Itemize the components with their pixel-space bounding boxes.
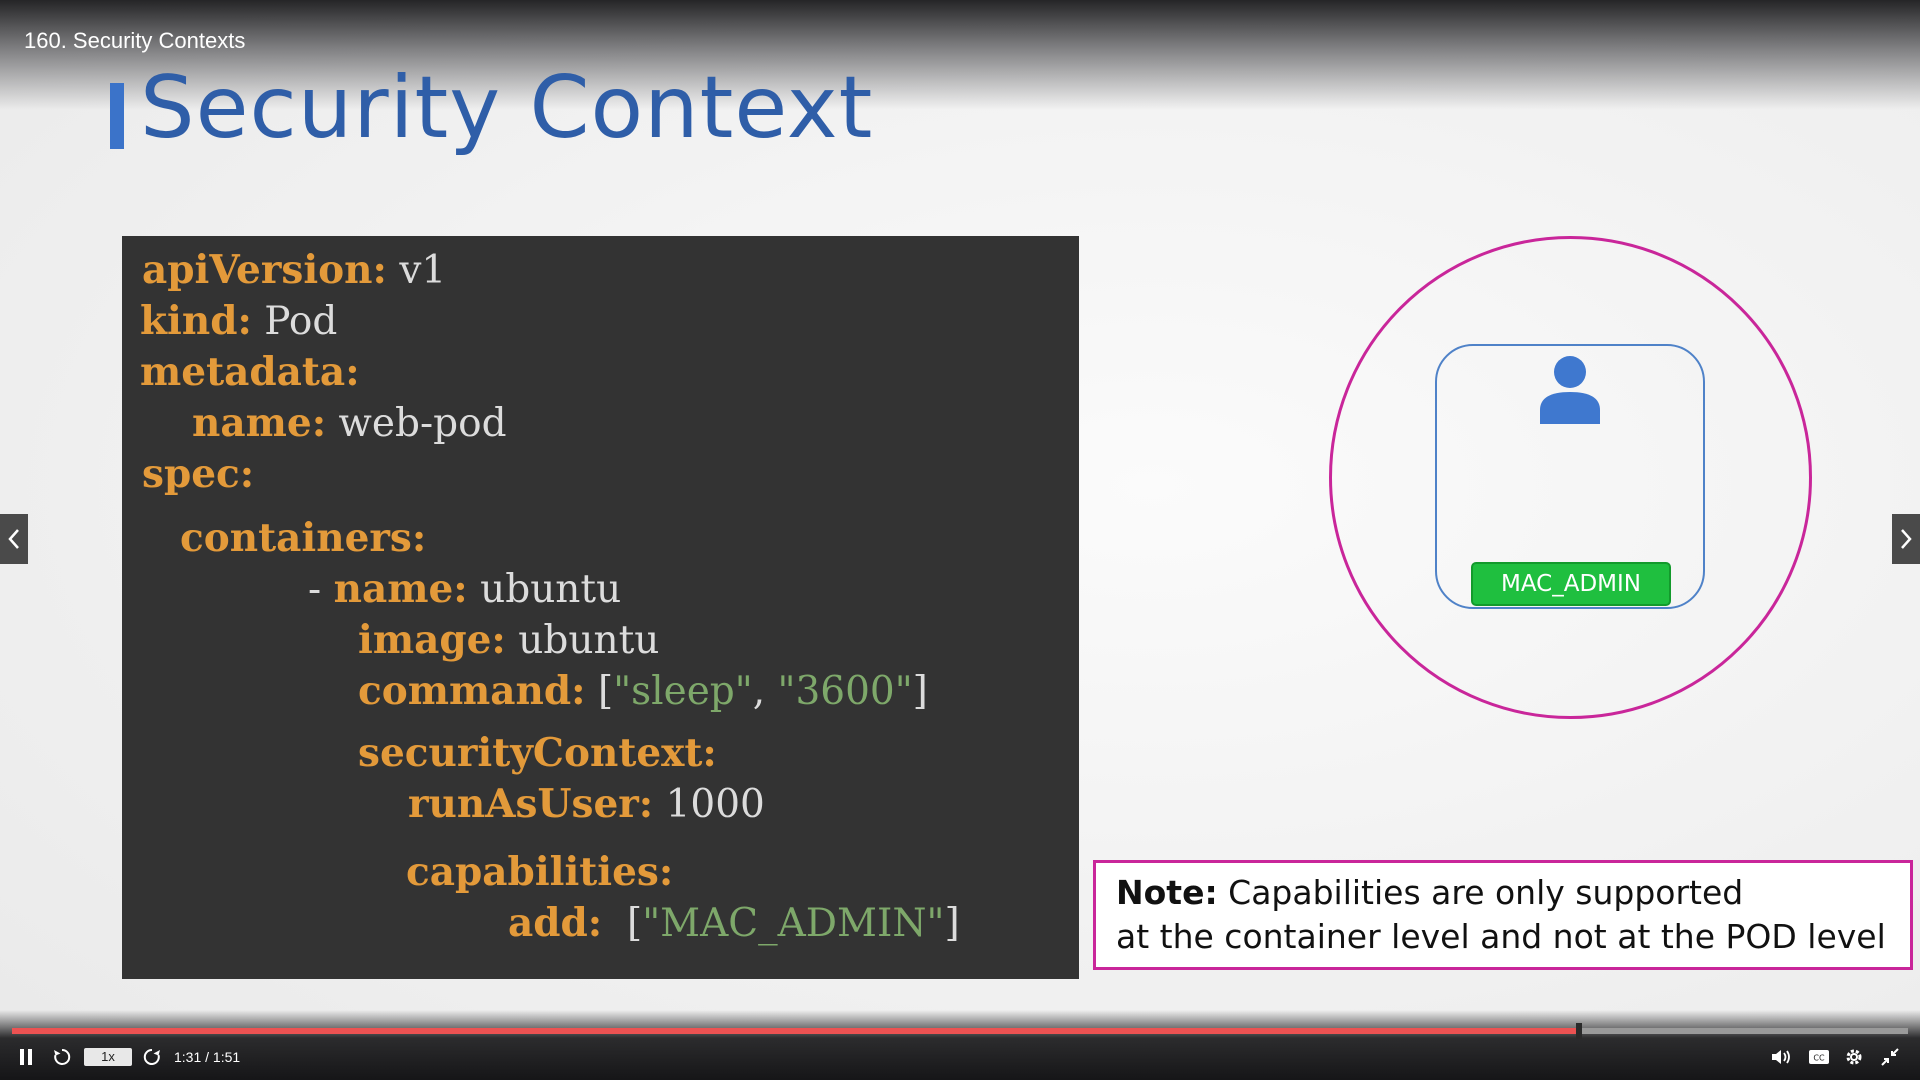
note-label: Note: [1116, 873, 1218, 912]
code-key: image: [358, 617, 506, 663]
settings-button[interactable] [1844, 1044, 1864, 1070]
code-string: "sleep" [613, 669, 753, 714]
code-key: add: [508, 900, 603, 946]
code-value: ubuntu [480, 567, 622, 612]
fullscreen-button[interactable] [1880, 1044, 1900, 1070]
forward-button[interactable] [142, 1044, 162, 1070]
player-controls [0, 1010, 1920, 1080]
code-bracket: ] [912, 669, 928, 714]
next-slide-button[interactable] [1892, 514, 1920, 564]
previous-slide-button[interactable] [0, 514, 28, 564]
code-line-name: name: web-pod [192, 399, 507, 448]
captions-icon: CC [1809, 1050, 1829, 1064]
progress-knob[interactable] [1576, 1023, 1583, 1039]
user-icon [1540, 356, 1600, 424]
captions-button[interactable]: CC [1808, 1044, 1830, 1070]
progress-bar[interactable] [12, 1023, 1908, 1039]
code-line-apiversion: apiVersion: v1 [142, 246, 446, 295]
progress-fill [12, 1028, 1577, 1034]
code-line-spec: spec: [142, 450, 254, 499]
chevron-left-icon [8, 529, 19, 549]
chevron-right-icon [1901, 529, 1912, 549]
code-comma: , [752, 669, 766, 714]
pause-button[interactable] [18, 1044, 34, 1070]
code-value: ubuntu [518, 618, 660, 663]
code-value: v1 [399, 248, 447, 293]
note-text-2: at the container level and not at the PO… [1116, 917, 1886, 956]
code-value: 1000 [665, 782, 765, 827]
title-accent-bar [110, 83, 124, 149]
slide-title: Security Context [140, 58, 874, 158]
code-key: runAsUser: [408, 781, 654, 827]
svg-text:CC: CC [1813, 1054, 1825, 1063]
code-line-containers: containers: [180, 514, 426, 563]
code-dash: - [308, 567, 322, 612]
video-title: 160. Security Contexts [24, 28, 246, 53]
code-string: "MAC_ADMIN" [642, 901, 945, 946]
code-line-kind: kind: Pod [140, 297, 337, 346]
code-line-metadata: metadata: [140, 348, 360, 397]
code-line-securitycontext: securityContext: [358, 729, 717, 778]
code-string: "3600" [777, 669, 913, 714]
capability-badge: MAC_ADMIN [1471, 562, 1671, 606]
code-key: securityContext: [358, 730, 717, 776]
note-text-1: Capabilities are only supported [1228, 873, 1744, 912]
volume-icon [1772, 1050, 1790, 1064]
code-key: metadata: [140, 349, 360, 395]
code-value: Pod [264, 299, 338, 344]
code-bracket: [ [598, 669, 614, 714]
time-label: 1:31 / 1:51 [174, 1049, 241, 1065]
code-bracket: ] [944, 901, 960, 946]
rewind-icon [54, 1048, 71, 1065]
code-key: name: [192, 400, 327, 446]
code-bracket: [ [627, 901, 643, 946]
code-line-runasuser: runAsUser: 1000 [408, 780, 765, 829]
code-value: web-pod [338, 401, 507, 446]
code-line-add: add: ["MAC_ADMIN"] [508, 899, 960, 948]
code-key: spec: [142, 451, 255, 497]
forward-icon [143, 1048, 160, 1065]
note-box: Note: Capabilities are only supported at… [1093, 860, 1913, 970]
volume-button[interactable] [1770, 1044, 1792, 1070]
code-line-container-name: - name: ubuntu [308, 565, 621, 614]
code-key: kind: [140, 298, 252, 344]
note-line-1: Note: Capabilities are only supported [1116, 871, 1890, 915]
rewind-button[interactable] [52, 1044, 72, 1070]
code-key: containers: [180, 515, 427, 561]
code-key: capabilities: [406, 849, 674, 895]
code-key: command: [358, 668, 586, 714]
code-key: name: [333, 566, 468, 612]
exit-fullscreen-icon [1881, 1048, 1899, 1066]
code-line-command: command: ["sleep", "3600"] [358, 667, 928, 716]
yaml-code-block: apiVersion: v1 kind: Pod metadata: name:… [122, 236, 1079, 979]
pause-icon [20, 1049, 32, 1065]
code-line-image: image: ubuntu [358, 616, 659, 665]
gear-icon [1846, 1049, 1862, 1065]
code-line-capabilities: capabilities: [406, 848, 673, 897]
code-key: apiVersion: [142, 247, 387, 293]
playback-speed-button[interactable]: 1x [84, 1048, 132, 1066]
